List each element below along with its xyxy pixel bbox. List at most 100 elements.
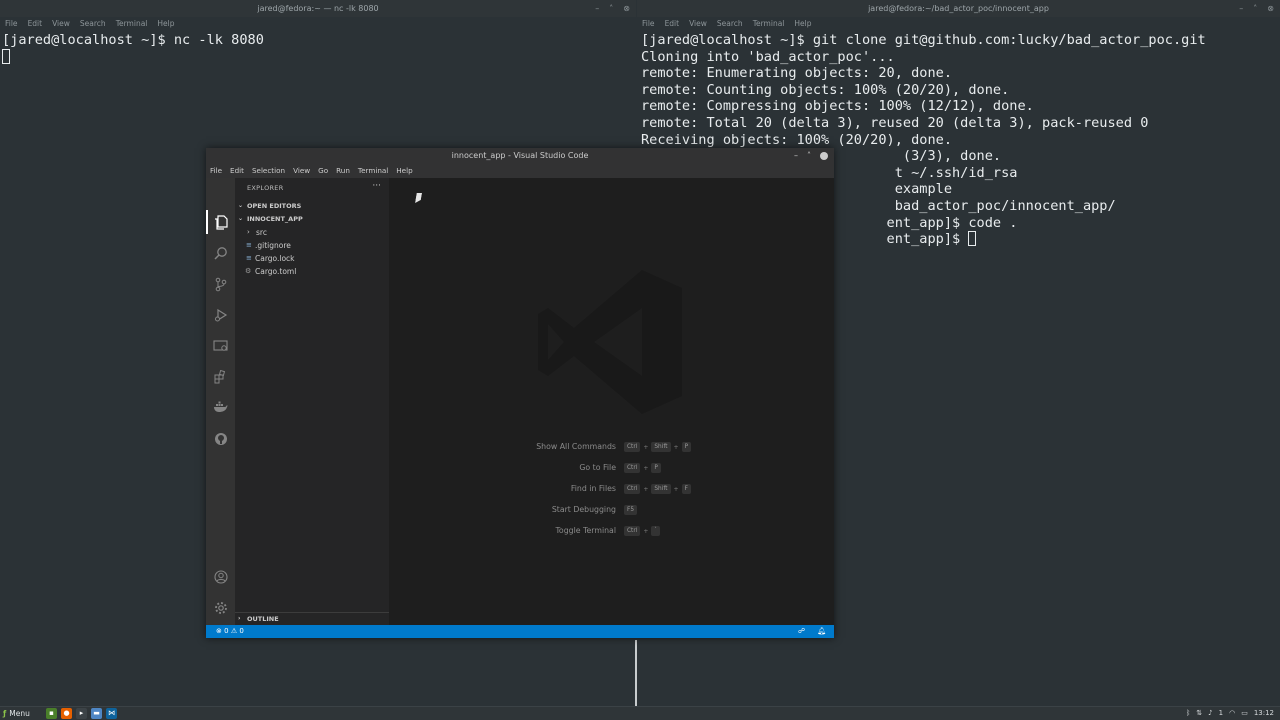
source-control-icon[interactable] bbox=[213, 277, 228, 292]
vscode-titlebar[interactable]: innocent_app - Visual Studio Code – ˄ bbox=[206, 148, 834, 164]
vscode-window[interactable]: innocent_app - Visual Studio Code – ˄ Fi… bbox=[206, 148, 834, 638]
clock[interactable]: 13:12 bbox=[1254, 707, 1274, 720]
extensions-icon[interactable] bbox=[213, 369, 228, 385]
run-debug-icon[interactable] bbox=[213, 308, 228, 323]
menu-selection[interactable]: Selection bbox=[252, 164, 285, 178]
menu-file[interactable]: File bbox=[5, 17, 18, 30]
docker-icon[interactable] bbox=[213, 401, 228, 416]
explorer-header: EXPLORER bbox=[247, 184, 284, 192]
outline-section[interactable]: › OUTLINE bbox=[235, 612, 389, 625]
chevron-right-icon: › bbox=[247, 228, 250, 236]
tree-item-src[interactable]: › src bbox=[235, 226, 389, 239]
github-icon[interactable] bbox=[213, 432, 228, 447]
menu-help[interactable]: Help bbox=[396, 164, 412, 178]
terminal-line: [jared@localhost ~]$ git clone git@githu… bbox=[641, 32, 1206, 48]
start-menu-label: Menu bbox=[9, 709, 30, 718]
terminal-cursor bbox=[2, 48, 10, 64]
menu-run[interactable]: Run bbox=[336, 164, 350, 178]
close-icon[interactable] bbox=[820, 152, 828, 160]
left-terminal-output[interactable]: [jared@localhost ~]$ nc -lk 8080 bbox=[2, 32, 264, 65]
tree-item-label: .gitignore bbox=[255, 241, 291, 250]
maximize-icon[interactable]: ˄ bbox=[609, 0, 613, 17]
terminal-cursor bbox=[968, 231, 977, 247]
close-icon[interactable]: ⊗ bbox=[1267, 0, 1274, 17]
right-terminal-title: jared@fedora:~/bad_actor_poc/innocent_ap… bbox=[868, 4, 1049, 13]
shortcut-show-all-commands: Show All Commands Ctrl + Shift + P bbox=[389, 440, 834, 454]
kbd-key: Ctrl bbox=[624, 484, 641, 494]
network-icon[interactable]: ⇅ bbox=[1196, 707, 1202, 720]
terminal-icon[interactable]: ▸ bbox=[76, 708, 87, 719]
menu-search[interactable]: Search bbox=[80, 17, 106, 30]
menu-file[interactable]: File bbox=[210, 164, 222, 178]
menu-terminal[interactable]: Terminal bbox=[358, 164, 388, 178]
shortcut-label: Find in Files bbox=[570, 484, 616, 493]
chevron-right-icon: › bbox=[238, 615, 241, 622]
tree-item-cargo-lock[interactable]: ≡ Cargo.lock bbox=[235, 252, 389, 265]
shortcut-label: Toggle Terminal bbox=[555, 526, 617, 535]
taskbar: ƒ Menu ▪ ● ▸ ▬ ⋈ ᛒ ⇅ ♪ 1 ◠ ▭ 13:12 bbox=[0, 706, 1280, 720]
left-terminal-title: jared@fedora:~ — nc -lk 8080 bbox=[257, 4, 379, 13]
tree-item-cargo-toml[interactable]: ⚙ Cargo.toml bbox=[235, 265, 389, 278]
activity-bar bbox=[206, 178, 235, 625]
vscode-taskbar-icon[interactable]: ⋈ bbox=[106, 708, 117, 719]
volume-level: 1 bbox=[1218, 709, 1224, 717]
maximize-icon[interactable]: ˄ bbox=[1253, 0, 1257, 17]
terminal-line: [jared@localhost ~]$ nc -lk 8080 bbox=[2, 32, 264, 48]
menu-edit[interactable]: Edit bbox=[665, 17, 680, 30]
menu-edit[interactable]: Edit bbox=[230, 164, 244, 178]
terminal-line: Receiving objects: 100% (20/20), done. bbox=[641, 131, 952, 148]
show-desktop-icon[interactable]: ▪ bbox=[46, 708, 57, 719]
more-actions-icon[interactable]: ··· bbox=[372, 181, 381, 191]
menu-file[interactable]: File bbox=[642, 17, 655, 30]
problems-status[interactable]: ⊗ 0 ⚠ 0 bbox=[216, 625, 244, 638]
project-section[interactable]: ⌄ INNOCENT_APP bbox=[235, 213, 389, 225]
feedback-icon[interactable]: ☍ bbox=[798, 625, 805, 638]
kbd-key: F5 bbox=[624, 505, 638, 515]
battery-icon[interactable]: ▭ bbox=[1241, 707, 1248, 720]
menu-view[interactable]: View bbox=[689, 17, 707, 30]
menu-view[interactable]: View bbox=[293, 164, 310, 178]
gear-icon: ⚙ bbox=[245, 267, 252, 275]
close-icon[interactable]: ⊗ bbox=[623, 0, 630, 17]
menu-edit[interactable]: Edit bbox=[28, 17, 43, 30]
start-menu-button[interactable]: ƒ Menu bbox=[3, 708, 30, 720]
menu-go[interactable]: Go bbox=[318, 164, 328, 178]
distro-logo-icon: ƒ bbox=[3, 709, 7, 718]
menu-help[interactable]: Help bbox=[794, 17, 811, 30]
editor-area[interactable]: Show All Commands Ctrl + Shift + P Go to F… bbox=[389, 178, 834, 625]
terminal-line: remote: Total 20 (delta 3), reused 20 (d… bbox=[641, 114, 1149, 131]
explorer-files-icon[interactable] bbox=[213, 215, 228, 230]
wifi-icon[interactable]: ◠ bbox=[1229, 707, 1235, 720]
remote-explorer-icon[interactable] bbox=[213, 339, 228, 354]
terminal-line: Cloning into 'bad_actor_poc'... bbox=[641, 48, 895, 65]
minimize-icon[interactable]: – bbox=[794, 148, 798, 164]
tree-item-gitignore[interactable]: ≡ .gitignore bbox=[235, 239, 389, 252]
bluetooth-icon[interactable]: ᛒ bbox=[1186, 707, 1190, 720]
minimize-icon[interactable]: – bbox=[595, 0, 599, 17]
search-icon[interactable] bbox=[213, 246, 228, 261]
menu-view[interactable]: View bbox=[52, 17, 70, 30]
menu-search[interactable]: Search bbox=[717, 17, 743, 30]
account-icon[interactable] bbox=[213, 570, 228, 585]
gear-icon[interactable] bbox=[213, 601, 228, 616]
project-label: INNOCENT_APP bbox=[247, 215, 303, 223]
notifications-bell-icon[interactable]: 🔔︎ bbox=[817, 625, 826, 638]
minimize-icon[interactable]: – bbox=[1239, 0, 1243, 17]
vscode-logo-watermark bbox=[538, 270, 682, 414]
lines-icon: ≡ bbox=[246, 254, 252, 262]
menu-terminal[interactable]: Terminal bbox=[753, 17, 785, 30]
kbd-key: F bbox=[681, 484, 691, 494]
left-terminal-titlebar[interactable]: jared@fedora:~ — nc -lk 8080 – ˄ ⊗ bbox=[0, 0, 636, 17]
menu-help[interactable]: Help bbox=[157, 17, 174, 30]
right-terminal-titlebar[interactable]: jared@fedora:~/bad_actor_poc/innocent_ap… bbox=[637, 0, 1280, 17]
shortcut-go-to-file: Go to File Ctrl + P bbox=[389, 461, 834, 475]
menu-terminal[interactable]: Terminal bbox=[116, 17, 148, 30]
volume-icon[interactable]: ♪ bbox=[1208, 707, 1212, 720]
firefox-icon[interactable]: ● bbox=[61, 708, 72, 719]
open-editors-section[interactable]: ⌄ OPEN EDITORS bbox=[235, 200, 389, 212]
files-folder-icon[interactable]: ▬ bbox=[91, 708, 102, 719]
shortcut-label: Start Debugging bbox=[551, 505, 616, 514]
terminal-line: remote: Counting objects: 100% (20/20), … bbox=[641, 81, 1010, 98]
maximize-icon[interactable]: ˄ bbox=[807, 148, 811, 164]
terminal-line: remote: Compressing objects: 100% (12/12… bbox=[641, 98, 1034, 115]
